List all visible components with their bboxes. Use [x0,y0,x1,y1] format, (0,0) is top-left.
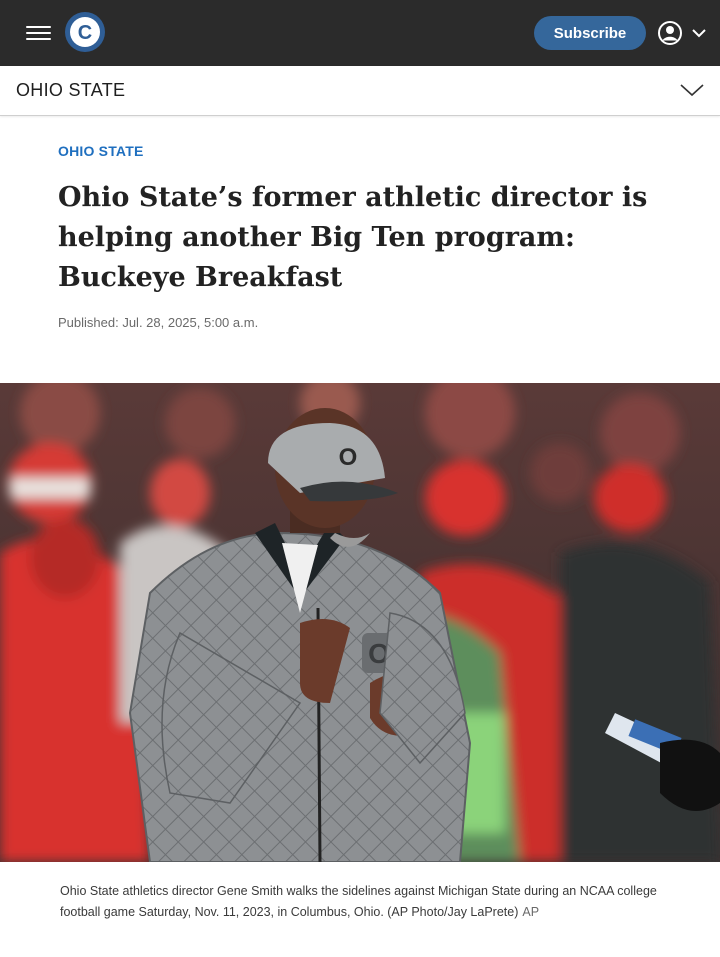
chevron-down-icon [692,29,706,38]
caption-text: Ohio State athletics director Gene Smith… [60,884,657,919]
section-title[interactable]: OHIO STATE [16,80,125,101]
photo-caption: Ohio State athletics director Gene Smith… [60,881,660,923]
cleveland-c-logo-icon: C [70,17,100,47]
lead-photo-image: O O [0,383,720,862]
hamburger-menu-icon[interactable] [26,24,51,42]
account-menu-button[interactable] [657,19,709,47]
subscribe-button[interactable]: Subscribe [534,16,646,50]
published-date: Published: Jul. 28, 2025, 5:00 a.m. [58,315,259,330]
article-headline: Ohio State’s former athletic director is… [58,182,648,293]
photo-credit: AP [522,905,540,919]
site-logo[interactable]: C [65,12,105,52]
chevron-down-icon[interactable] [679,80,705,100]
section-navigation: OHIO STATE [0,66,720,116]
article-kicker-link[interactable]: OHIO STATE [58,143,143,159]
user-account-icon [658,21,682,45]
lead-photo[interactable]: O O [0,383,720,862]
logo-letter: C [78,22,92,44]
svg-text:O: O [339,444,358,471]
top-navigation-bar: C Subscribe [0,0,720,66]
